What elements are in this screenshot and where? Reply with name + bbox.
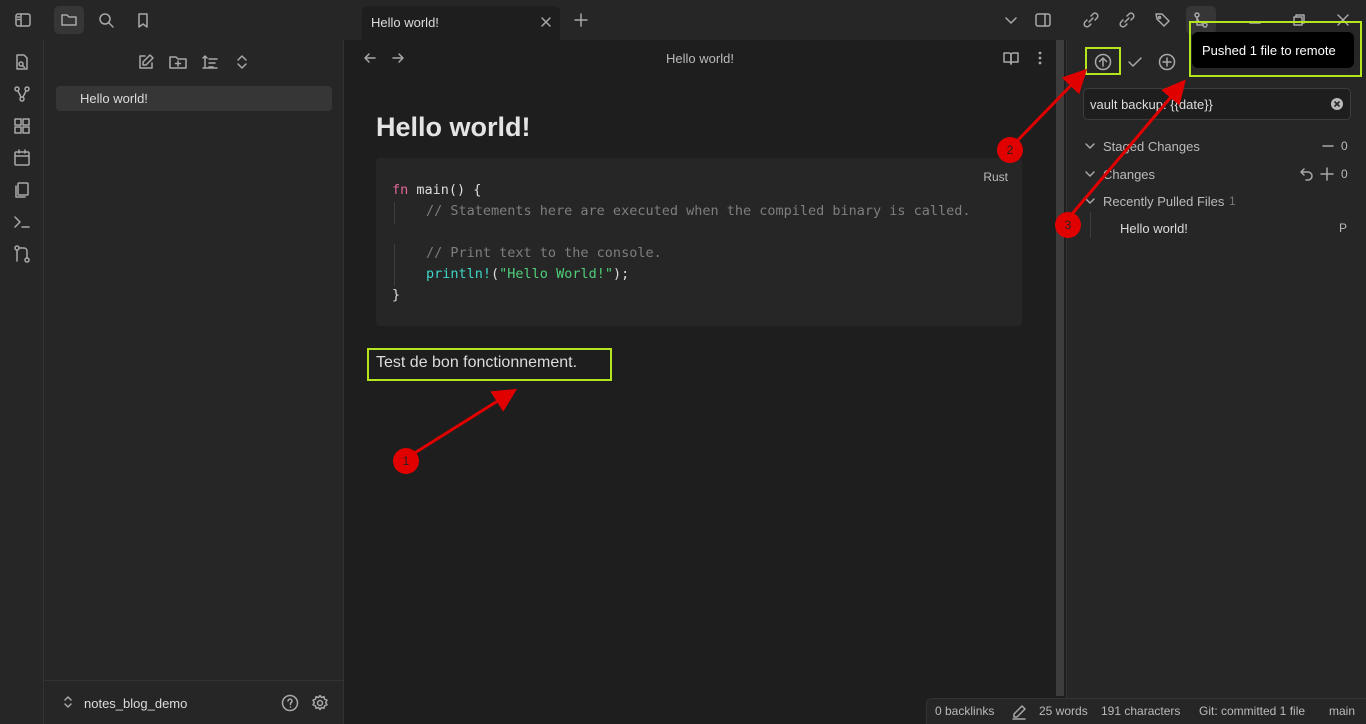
vault-name: notes_blog_demo — [84, 696, 188, 711]
calendar-icon[interactable] — [12, 148, 32, 168]
chevron-down-icon — [1083, 139, 1097, 153]
indent-guide — [394, 202, 395, 224]
indent-guide — [394, 244, 395, 286]
code-comment: // Statements here are executed when the… — [426, 203, 971, 219]
code-comment: // Print text to the console. — [426, 245, 662, 261]
code-line: println!("Hello World!"); — [426, 266, 629, 282]
tab-title: Hello world! — [371, 15, 439, 30]
commit-check-icon[interactable] — [1125, 52, 1145, 72]
code-line: fn main() { — [392, 182, 481, 198]
collapse-expand-icon[interactable] — [232, 52, 254, 74]
outgoing-links-icon[interactable] — [1076, 6, 1106, 34]
new-folder-icon[interactable] — [168, 52, 190, 74]
editor-pane: Hello world! Hello world! Rust fn main()… — [344, 40, 1056, 724]
word-count: 25 words — [1039, 704, 1088, 718]
close-tab-icon[interactable] — [538, 14, 554, 30]
note-heading: Hello world! — [376, 112, 531, 142]
code-text: main() { — [408, 182, 482, 198]
canvas-grid-icon[interactable] — [12, 116, 32, 136]
highlight-box-notification — [1189, 21, 1362, 77]
title-bar: Hello world! — [0, 0, 1366, 40]
ribbon — [0, 40, 44, 724]
commit-message-value: vault backup: {{date}} — [1090, 97, 1213, 112]
sidebar-toggle-icon[interactable] — [8, 6, 38, 34]
file-item-hello-world[interactable]: Hello world! — [56, 86, 332, 111]
templates-copy-icon[interactable] — [12, 180, 32, 200]
settings-gear-icon[interactable] — [310, 693, 330, 713]
edit-pencil-icon[interactable] — [1011, 704, 1027, 720]
reading-view-book-icon[interactable] — [1002, 49, 1020, 67]
backlinks-icon[interactable] — [1112, 6, 1142, 34]
annotation-badge-3: 3 — [1055, 212, 1081, 238]
discard-all-undo-icon[interactable] — [1299, 166, 1315, 182]
open-quick-switcher-icon[interactable] — [12, 52, 32, 72]
code-string: "Hello World!" — [499, 266, 613, 282]
staged-changes-header[interactable]: Staged Changes 0 — [1083, 136, 1366, 156]
stage-all-plus-icon[interactable] — [1157, 52, 1177, 72]
stage-all-plus-icon[interactable] — [1319, 166, 1335, 182]
terminal-icon[interactable] — [12, 212, 32, 232]
unstage-all-minus-icon[interactable] — [1321, 139, 1335, 153]
code-line: } — [392, 287, 401, 303]
tags-icon[interactable] — [1148, 6, 1178, 34]
changes-header[interactable]: Changes 0 — [1083, 164, 1366, 184]
highlight-box-paragraph — [367, 348, 612, 381]
git-status[interactable]: Git: committed 1 file — [1199, 704, 1305, 718]
clear-input-icon[interactable] — [1330, 97, 1344, 111]
annotation-badge-2: 2 — [997, 137, 1023, 163]
changes-count: 0 — [1341, 167, 1348, 181]
git-branch[interactable]: main — [1329, 704, 1355, 718]
recently-pulled-count: 1 — [1229, 194, 1236, 208]
editor-scrollbar[interactable] — [1056, 40, 1064, 696]
tab-hello-world[interactable]: Hello world! — [362, 6, 560, 40]
changes-label: Changes — [1103, 167, 1156, 182]
view-header-title[interactable]: Hello world! — [344, 51, 1056, 66]
code-language-label: Rust — [983, 170, 1008, 184]
code-text: ( — [491, 266, 500, 282]
search-icon[interactable] — [91, 6, 121, 34]
recently-pulled-header[interactable]: Recently Pulled Files 1 — [1083, 191, 1366, 211]
git-source-control-panel: vault backup: {{date}} Staged Changes 0 … — [1066, 40, 1366, 724]
pulled-file-row[interactable]: Hello world! P — [1083, 218, 1366, 238]
annotation-badge-1: 1 — [393, 448, 419, 474]
help-icon[interactable] — [280, 693, 300, 713]
vault-chevrons-icon — [60, 694, 76, 710]
new-tab-plus-icon[interactable] — [566, 6, 596, 34]
staged-count: 0 — [1341, 139, 1348, 153]
files-tab-folder-icon[interactable] — [54, 6, 84, 34]
more-options-icon[interactable] — [1032, 49, 1048, 67]
highlight-box-push-button — [1085, 47, 1121, 75]
chevron-down-icon — [1083, 167, 1097, 181]
pulled-file-status: P — [1339, 221, 1348, 235]
code-keyword: fn — [392, 182, 409, 198]
file-item-label: Hello world! — [80, 91, 148, 106]
commit-message-input[interactable]: vault backup: {{date}} — [1083, 88, 1351, 120]
vault-switcher[interactable]: notes_blog_demo — [44, 680, 344, 724]
new-note-icon[interactable] — [136, 52, 158, 74]
pulled-file-name: Hello world! — [1120, 221, 1188, 236]
graph-view-icon[interactable] — [12, 84, 32, 104]
code-macro: println! — [426, 266, 492, 282]
git-icon[interactable] — [12, 244, 32, 264]
sort-icon[interactable] — [200, 52, 222, 74]
staged-changes-label: Staged Changes — [1103, 139, 1200, 154]
code-text: ); — [612, 266, 630, 282]
right-sidebar-toggle-icon[interactable] — [1028, 6, 1058, 34]
file-explorer: Hello world! notes_blog_demo — [44, 40, 344, 724]
character-count: 191 characters — [1101, 704, 1181, 718]
bookmark-icon[interactable] — [128, 6, 158, 34]
recently-pulled-label: Recently Pulled Files — [1103, 194, 1225, 209]
status-bar: 0 backlinks 25 words 191 characters Git:… — [926, 698, 1366, 724]
chevron-down-icon — [1083, 194, 1097, 208]
tab-list-chevron-down-icon[interactable] — [996, 6, 1026, 34]
backlinks-count[interactable]: 0 backlinks — [935, 704, 994, 718]
code-block: Rust fn main() { // Statements here are … — [376, 158, 1022, 326]
